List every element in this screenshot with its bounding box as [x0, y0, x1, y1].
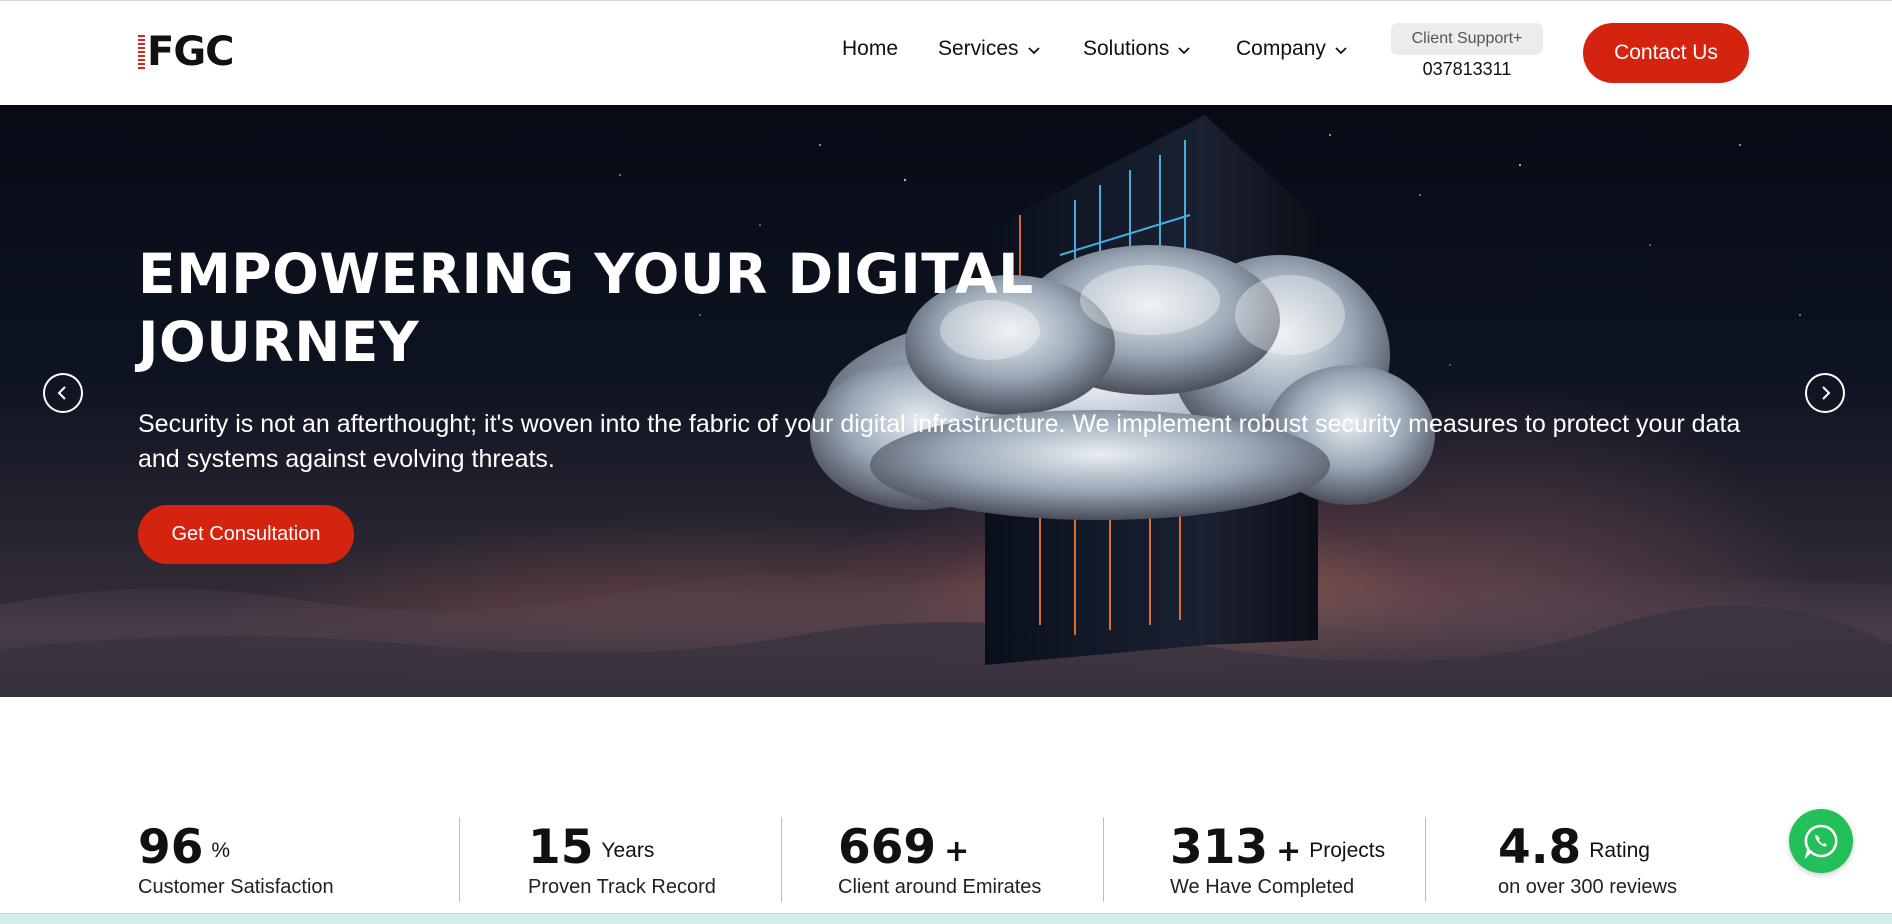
nav-item-solutions[interactable]: Solutions [1083, 37, 1192, 61]
stat-divider [1425, 817, 1426, 902]
nav-item-home[interactable]: Home [842, 37, 898, 61]
stat-label: Customer Satisfaction [138, 876, 334, 898]
chevron-right-icon [1822, 386, 1831, 400]
hero-description: Security is not an afterthought; it's wo… [138, 410, 1741, 473]
whatsapp-icon [1804, 824, 1838, 860]
stat-plus: + [944, 834, 970, 869]
stat-label: Proven Track Record [528, 876, 716, 898]
nav-label: Solutions [1083, 37, 1170, 60]
stat-number: 96 [138, 820, 204, 875]
get-consultation-button[interactable]: Get Consultation [138, 505, 354, 564]
hero-title: EMPOWERING YOUR DIGITAL JOURNEY [138, 240, 1038, 376]
stat-value: 96% [138, 820, 230, 879]
stat-divider [1103, 817, 1104, 902]
slider-next-button[interactable] [1805, 373, 1845, 413]
stat-suffix: % [211, 838, 231, 862]
nav-label: Home [842, 37, 899, 60]
stat-value: 4.8 Rating [1498, 820, 1650, 879]
browser-bottom-strip [0, 913, 1892, 924]
stat-number: 4.8 [1498, 820, 1582, 875]
site-header: FGC Home Services Solutions Company Clie… [0, 0, 1892, 105]
logo[interactable]: FGC [138, 29, 235, 75]
nav-item-company[interactable]: Company [1236, 37, 1349, 61]
stat-label: on over 300 reviews [1498, 876, 1677, 898]
contact-us-button[interactable]: Contact Us [1583, 23, 1749, 83]
nav-label: Services [938, 37, 1019, 60]
chevron-down-icon [1178, 47, 1191, 55]
hero-title-line2: JOURNEY [138, 310, 420, 374]
stat-value: 669 + [838, 820, 969, 876]
support-phone[interactable]: 037813311 [1391, 59, 1543, 80]
stat-divider [781, 817, 782, 902]
stat-label: Client around Emirates [838, 876, 1042, 898]
logo-text: FGC [147, 29, 235, 75]
stat-number: 15 [528, 820, 594, 875]
hero-background-image [0, 115, 1892, 697]
logo-mark [138, 35, 145, 69]
whatsapp-button[interactable] [1789, 809, 1853, 873]
stat-number: 669 [838, 820, 937, 875]
stat-label: We Have Completed [1170, 876, 1355, 898]
stat-suffix: Projects [1309, 838, 1386, 862]
hero-banner: EMPOWERING YOUR DIGITAL JOURNEY Security… [0, 105, 1892, 697]
chevron-left-icon [57, 386, 66, 400]
chevron-down-icon [1335, 47, 1347, 55]
stat-value: 313 + Projects [1170, 820, 1385, 879]
stat-number: 313 [1170, 820, 1269, 875]
stat-suffix: Rating [1589, 838, 1650, 862]
stat-plus: + [1276, 834, 1302, 869]
slider-prev-button[interactable] [43, 373, 83, 413]
client-support-badge[interactable]: Client Support+ [1391, 23, 1543, 55]
stat-value: 15 Years [528, 820, 654, 879]
stat-suffix: Years [601, 838, 655, 862]
chevron-down-icon [1027, 47, 1040, 55]
stat-divider [459, 817, 460, 902]
nav-label: Company [1236, 37, 1326, 60]
hero-title-line1: EMPOWERING YOUR DIGITAL [138, 242, 1034, 306]
nav-item-services[interactable]: Services [938, 37, 1042, 61]
